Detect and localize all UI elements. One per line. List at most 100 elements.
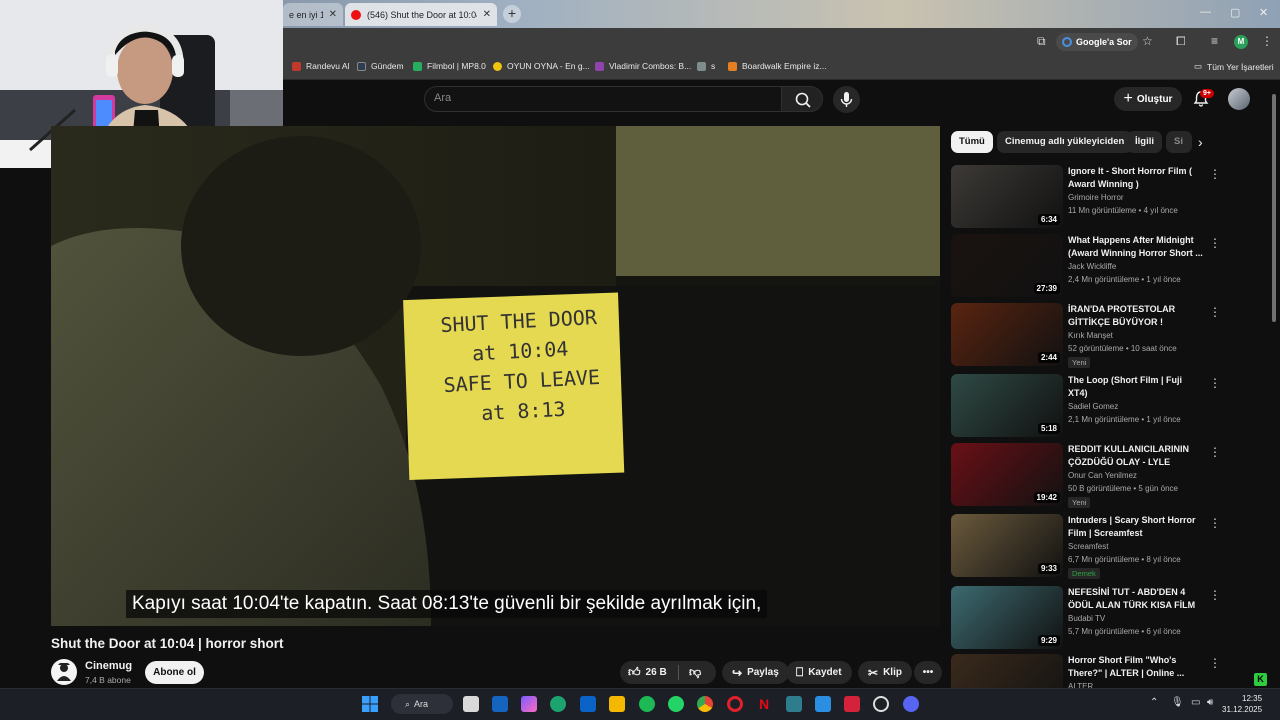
recommended-video-title[interactable]: Horror Short Film "Who's There?" | ALTER…	[1068, 654, 1203, 680]
chip-partial[interactable]: Si	[1166, 131, 1192, 153]
extensions-icon[interactable]: ⧠	[1176, 34, 1186, 49]
bookmark-item[interactable]: OYUN OYNA - En g...	[493, 61, 590, 71]
video-thumbnail[interactable]: 19:42	[951, 443, 1063, 506]
close-tab-icon[interactable]: ✕	[329, 9, 337, 20]
close-window-icon[interactable]: ✕	[1259, 6, 1268, 19]
recommended-video-title[interactable]: REDDIT KULLANICILARININ ÇÖZDÜĞÜ OLAY - L…	[1068, 443, 1203, 469]
recommended-video-channel[interactable]: Grimoire Horror	[1068, 193, 1124, 202]
install-app-icon[interactable]: ⧉	[1037, 34, 1046, 49]
spotify-icon[interactable]	[639, 696, 655, 712]
browser-tab-active[interactable]: (546) Shut the Door at 10:04 | h ✕	[345, 3, 497, 26]
more-options-icon[interactable]: ⋮	[1209, 305, 1221, 319]
page-scrollbar[interactable]	[1270, 84, 1278, 324]
system-clock[interactable]: 12:35 31.12.2025	[1222, 693, 1262, 715]
recommended-video[interactable]: 9:29 NEFESİNİ TUT - ABD'DEN 4 ÖDÜL ALAN T…	[951, 586, 1226, 650]
more-actions-button[interactable]: •••	[914, 661, 942, 684]
more-options-icon[interactable]: ⋮	[1209, 516, 1221, 530]
share-button[interactable]: ↪ Paylaş	[722, 661, 789, 684]
create-button[interactable]: + Oluştur	[1114, 87, 1182, 111]
clip-button[interactable]: ✂ Klip	[858, 661, 912, 684]
video-thumbnail[interactable]: 5:18	[951, 374, 1063, 437]
video-thumbnail[interactable]: 27:39	[951, 234, 1063, 297]
video-thumbnail[interactable]: 6:34	[951, 165, 1063, 228]
chip-related[interactable]: İlgili	[1127, 131, 1162, 153]
recommended-video-title[interactable]: The Loop (Short Film | Fuji XT4)	[1068, 374, 1203, 400]
more-options-icon[interactable]: ⋮	[1209, 236, 1221, 250]
store-icon[interactable]	[492, 696, 508, 712]
chevron-up-icon[interactable]: ⌃	[1150, 697, 1158, 708]
recommended-video[interactable]: 5:18 The Loop (Short Film | Fuji XT4) Sadi…	[951, 374, 1226, 438]
bookmark-star-icon[interactable]: ☆	[1142, 34, 1153, 48]
whatsapp-icon[interactable]	[668, 696, 684, 712]
recommended-video[interactable]: 9:33 Intruders | Scary Short Horror Film …	[951, 514, 1226, 579]
chrome-icon[interactable]	[697, 696, 713, 712]
more-options-icon[interactable]: ⋮	[1209, 167, 1221, 181]
bookmark-item[interactable]: Randevu Al	[292, 61, 349, 71]
calculator-icon[interactable]	[815, 696, 831, 712]
recommended-video-channel[interactable]: Kırık Manşet	[1068, 331, 1113, 340]
chip-uploader[interactable]: Cinemug adlı yükleyiciden	[997, 131, 1133, 153]
video-player[interactable]: SHUT THE DOOR at 10:04 SAFE TO LEAVE at …	[51, 126, 940, 626]
recommended-video-channel[interactable]: Jack Wickliffe	[1068, 262, 1116, 271]
browser-tab[interactable]: e en iyi 10 ✕	[283, 3, 343, 26]
app-icon-red[interactable]	[844, 696, 860, 712]
search-button[interactable]	[781, 86, 823, 112]
browser-profile-avatar[interactable]: M	[1234, 35, 1248, 49]
photos-icon[interactable]	[786, 696, 802, 712]
google-ask-button[interactable]: Google'a Sor	[1056, 33, 1138, 51]
subscribe-button[interactable]: Abone ol	[145, 661, 204, 684]
new-tab-button[interactable]: +	[503, 5, 521, 23]
like-button[interactable]: 👍︎ 26 B	[620, 665, 678, 680]
search-input[interactable]	[424, 86, 782, 112]
more-options-icon[interactable]: ⋮	[1209, 656, 1221, 670]
bookmark-item[interactable]: Boardwalk Empire iz...	[728, 61, 827, 71]
close-tab-icon[interactable]: ✕	[483, 9, 491, 20]
chip-all[interactable]: Tümü	[951, 131, 993, 153]
all-bookmarks-button[interactable]: ▭ Tüm Yer İşaretleri	[1194, 61, 1274, 72]
network-icon[interactable]: ▭	[1191, 697, 1200, 708]
recommended-video-title[interactable]: NEFESİNİ TUT - ABD'DEN 4 ÖDÜL ALAN TÜRK …	[1068, 586, 1203, 612]
volume-icon[interactable]: 🔊︎	[1207, 697, 1213, 708]
opera-icon[interactable]	[727, 696, 743, 712]
recommended-video-title[interactable]: Ignore It - Short Horror Film ( Award Wi…	[1068, 165, 1203, 191]
recommended-video-title[interactable]: Intruders | Scary Short Horror Film | Sc…	[1068, 514, 1203, 540]
bookmark-item[interactable]: Vladimir Combos: B...	[595, 61, 691, 71]
recommended-video-channel[interactable]: Sadiel Gomez	[1068, 402, 1118, 411]
copilot-icon[interactable]	[521, 696, 537, 712]
recommended-video-channel[interactable]: Budabi TV	[1068, 614, 1105, 623]
recommended-video[interactable]: 6:34 Ignore It - Short Horror Film ( Awar…	[951, 165, 1226, 229]
video-thumbnail[interactable]: 9:33	[951, 514, 1063, 577]
channel-name[interactable]: Cinemug	[85, 660, 132, 672]
discord-icon[interactable]	[903, 696, 919, 712]
maximize-icon[interactable]: ▢	[1230, 6, 1240, 19]
microphone-icon[interactable]: 🎙︎	[1171, 697, 1184, 708]
recommended-video-channel[interactable]: Screamfest	[1068, 542, 1108, 551]
more-options-icon[interactable]: ⋮	[1209, 445, 1221, 459]
dislike-button[interactable]: 👎︎	[679, 665, 701, 680]
task-view-icon[interactable]	[463, 696, 479, 712]
video-thumbnail[interactable]: 2:44	[951, 303, 1063, 366]
bookmark-item[interactable]: Filmbol | MP8.0	[413, 61, 486, 71]
bookmark-item[interactable]: s	[697, 61, 715, 71]
reading-list-icon[interactable]: ≡	[1211, 34, 1218, 48]
start-button[interactable]	[362, 696, 378, 712]
video-thumbnail[interactable]: 9:29	[951, 586, 1063, 649]
channel-avatar[interactable]	[51, 659, 77, 685]
more-options-icon[interactable]: ⋮	[1209, 376, 1221, 390]
edge-icon[interactable]	[550, 696, 566, 712]
recommended-video-channel[interactable]: Onur Can Yenilmez	[1068, 471, 1137, 480]
bookmark-item[interactable]: Gündem	[357, 61, 404, 71]
recommended-video-title[interactable]: İRAN'DA PROTESTOLAR GİTTİKÇE BÜYÜYOR !	[1068, 303, 1203, 329]
browser-menu-icon[interactable]: ⋮	[1261, 34, 1273, 48]
recommended-video[interactable]: 27:39 What Happens After Midnight (Award …	[951, 234, 1226, 298]
file-explorer-icon[interactable]	[609, 696, 625, 712]
more-options-icon[interactable]: ⋮	[1209, 588, 1221, 602]
netflix-icon[interactable]: N	[756, 696, 772, 712]
avatar[interactable]	[1228, 88, 1250, 110]
scrollbar-thumb[interactable]	[1272, 94, 1276, 322]
voice-search-button[interactable]	[833, 86, 860, 113]
taskbar-search[interactable]: ⌕ Ara	[391, 694, 453, 714]
settings-icon[interactable]	[873, 696, 889, 712]
recommended-video[interactable]: 2:44 İRAN'DA PROTESTOLAR GİTTİKÇE BÜYÜYOR…	[951, 303, 1226, 368]
outlook-icon[interactable]	[580, 696, 596, 712]
